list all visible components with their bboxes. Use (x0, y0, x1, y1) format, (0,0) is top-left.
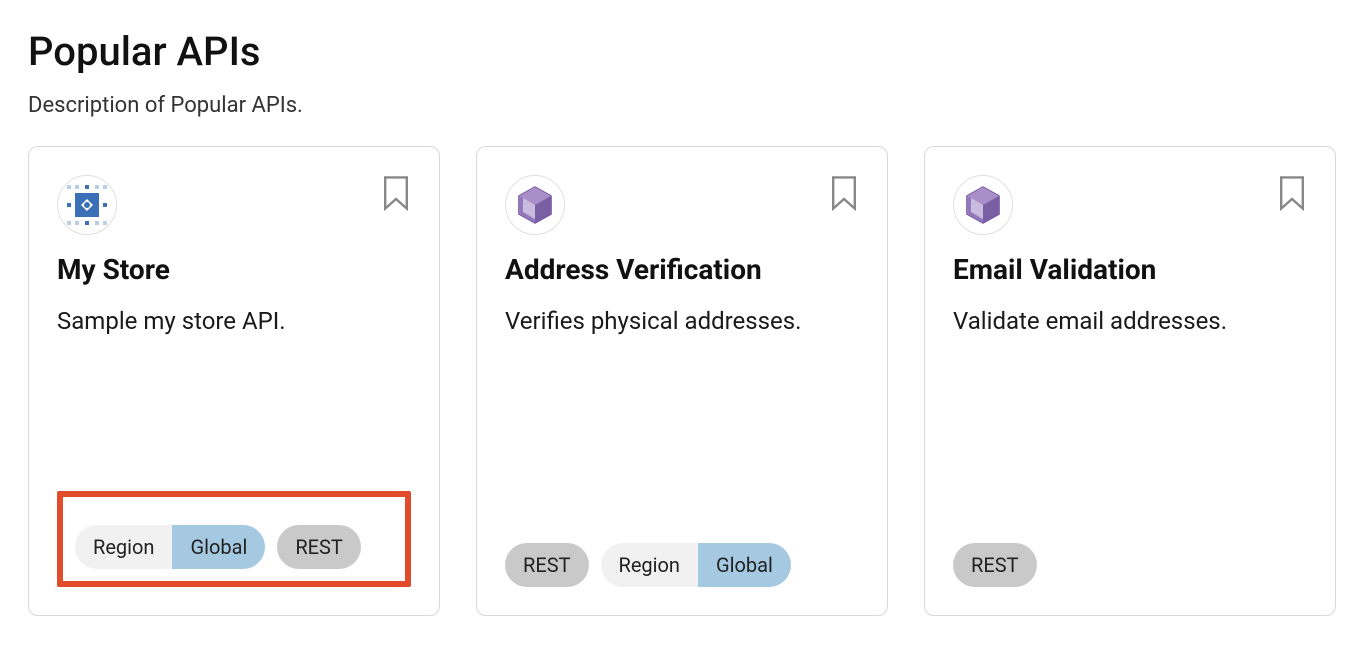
badges-row: REST Region Global (505, 543, 859, 587)
card-title: My Store (57, 253, 411, 286)
badge-region-global[interactable]: Region Global (601, 543, 791, 587)
badge-left: Region (75, 525, 172, 569)
api-card-address-verification[interactable]: Address Verification Verifies physical a… (476, 146, 888, 616)
card-header (57, 175, 411, 235)
card-title: Email Validation (953, 253, 1307, 286)
badge-label: REST (505, 543, 589, 587)
badge-region-global[interactable]: Region Global (75, 525, 265, 569)
bookmark-icon[interactable] (381, 175, 411, 215)
mystore-icon (57, 175, 117, 235)
cube-icon (505, 175, 565, 235)
highlight-box: Region Global REST (57, 491, 411, 587)
badge-right: Global (172, 525, 265, 569)
badges-row: Region Global REST (75, 525, 393, 569)
card-description: Validate email addresses. (953, 304, 1307, 525)
page-title: Popular APIs (28, 28, 1336, 75)
card-description: Verifies physical addresses. (505, 304, 859, 525)
cube-icon (953, 175, 1013, 235)
badge-label: REST (277, 525, 361, 569)
badges-row: REST (953, 543, 1307, 587)
bookmark-icon[interactable] (829, 175, 859, 215)
card-header (505, 175, 859, 235)
page-description: Description of Popular APIs. (28, 93, 1336, 118)
badge-rest[interactable]: REST (277, 525, 361, 569)
card-header (953, 175, 1307, 235)
badge-rest[interactable]: REST (505, 543, 589, 587)
badge-right: Global (698, 543, 791, 587)
api-card-my-store[interactable]: My Store Sample my store API. Region Glo… (28, 146, 440, 616)
api-card-email-validation[interactable]: Email Validation Validate email addresse… (924, 146, 1336, 616)
card-description: Sample my store API. (57, 304, 411, 491)
badge-left: Region (601, 543, 698, 587)
bookmark-icon[interactable] (1277, 175, 1307, 215)
badge-rest[interactable]: REST (953, 543, 1037, 587)
card-title: Address Verification (505, 253, 859, 286)
badge-label: REST (953, 543, 1037, 587)
cards-row: My Store Sample my store API. Region Glo… (28, 146, 1336, 616)
